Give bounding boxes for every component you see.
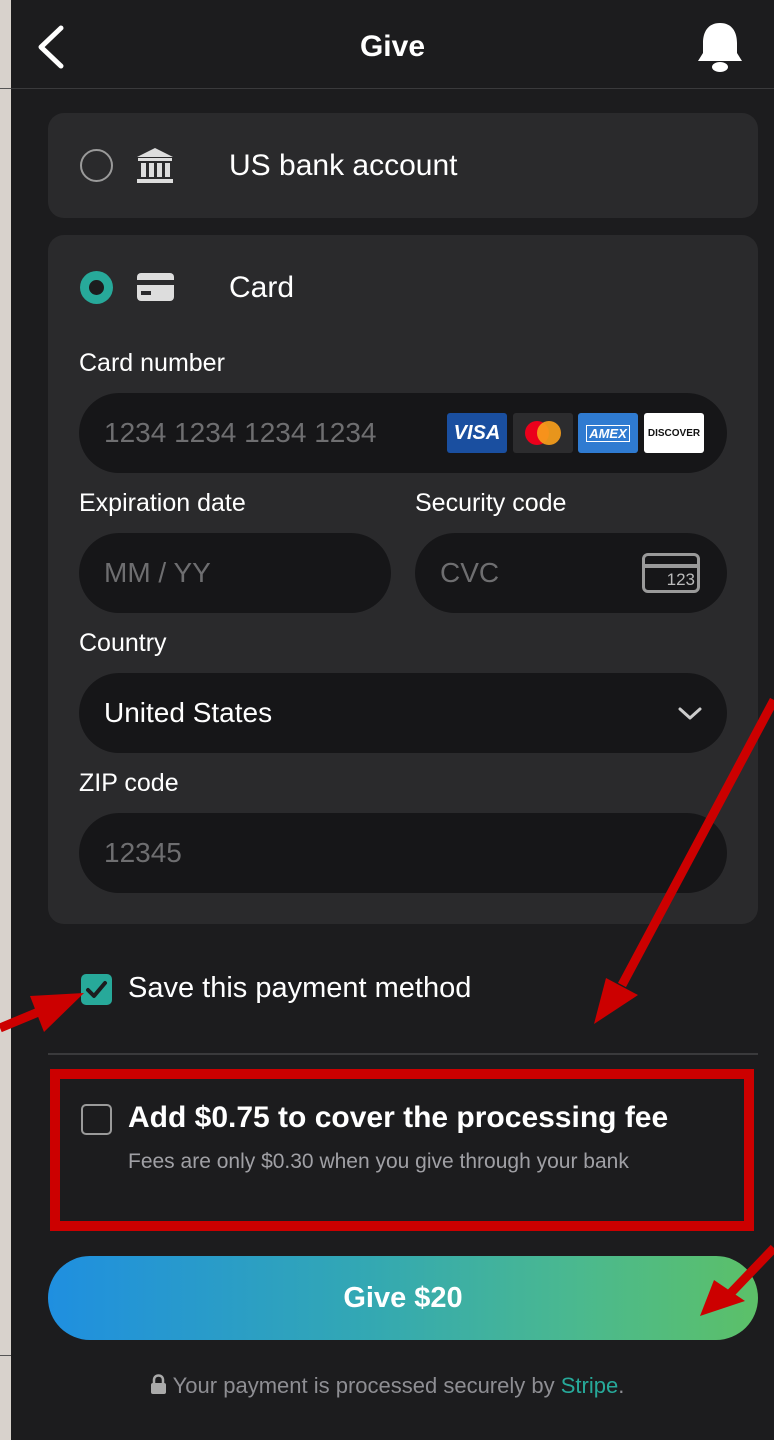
card-number-placeholder: 1234 1234 1234 1234	[104, 417, 377, 448]
cover-fee-subtitle: Fees are only $0.30 when you give throug…	[128, 1150, 629, 1173]
bank-icon	[137, 148, 173, 183]
page-title: Give	[359, 30, 426, 63]
card-option-panel: Card Card number 1234 1234 1234 1234 VIS…	[48, 235, 758, 924]
cvc-placeholder: CVC	[440, 557, 500, 588]
footer-period: .	[618, 1373, 625, 1398]
left-edge-strip	[0, 0, 11, 1440]
chevron-down-icon	[678, 707, 702, 720]
zip-placeholder: 12345	[104, 837, 182, 868]
discover-logo: DISCOVER	[644, 413, 704, 453]
amex-logo: AMEX	[578, 413, 638, 453]
card-radio-button[interactable]	[80, 271, 113, 304]
secure-payment-footer: Your payment is processed securely by St…	[0, 1373, 774, 1399]
security-code-label: Security code	[415, 489, 567, 517]
top-navigation-bar: Give	[11, 0, 774, 89]
mastercard-logo	[513, 413, 573, 453]
checkmark-icon	[86, 981, 107, 998]
give-button-label: Give $20	[343, 1281, 463, 1314]
security-code-input[interactable]: CVC 123	[415, 533, 727, 613]
bank-radio-button[interactable]	[80, 149, 113, 182]
zip-code-label: ZIP code	[79, 769, 179, 797]
give-button[interactable]: Give $20	[48, 1256, 758, 1340]
expiration-date-input[interactable]: MM / YY	[79, 533, 391, 613]
bank-option-label: US bank account	[229, 149, 458, 182]
country-value: United States	[104, 697, 273, 728]
annotation-arrow-save	[0, 993, 84, 1033]
country-select[interactable]: United States	[79, 673, 727, 753]
stripe-link[interactable]: Stripe	[561, 1373, 618, 1398]
country-label: Country	[79, 629, 167, 657]
cover-fee-checkbox[interactable]	[81, 1104, 112, 1135]
card-icon	[137, 273, 174, 301]
visa-logo: VISA	[447, 413, 507, 453]
section-divider	[48, 1053, 758, 1055]
card-number-label: Card number	[79, 349, 225, 377]
expiration-placeholder: MM / YY	[104, 557, 211, 588]
cover-fee-title: Add $0.75 to cover the processing fee	[128, 1101, 669, 1134]
notification-bell-icon[interactable]	[694, 20, 746, 74]
card-option-label: Card	[229, 271, 295, 304]
cvc-card-icon: 123	[642, 553, 700, 593]
bank-account-option[interactable]: US bank account	[48, 113, 758, 218]
footer-text: Your payment is processed securely by	[172, 1373, 555, 1398]
expiration-date-label: Expiration date	[79, 489, 246, 517]
save-method-checkbox[interactable]	[81, 974, 112, 1005]
card-number-input[interactable]: 1234 1234 1234 1234 VISA AMEX DISCOVER	[79, 393, 727, 473]
zip-code-input[interactable]: 12345	[79, 813, 727, 893]
save-method-label: Save this payment method	[128, 972, 472, 1004]
lock-icon	[150, 1374, 166, 1394]
